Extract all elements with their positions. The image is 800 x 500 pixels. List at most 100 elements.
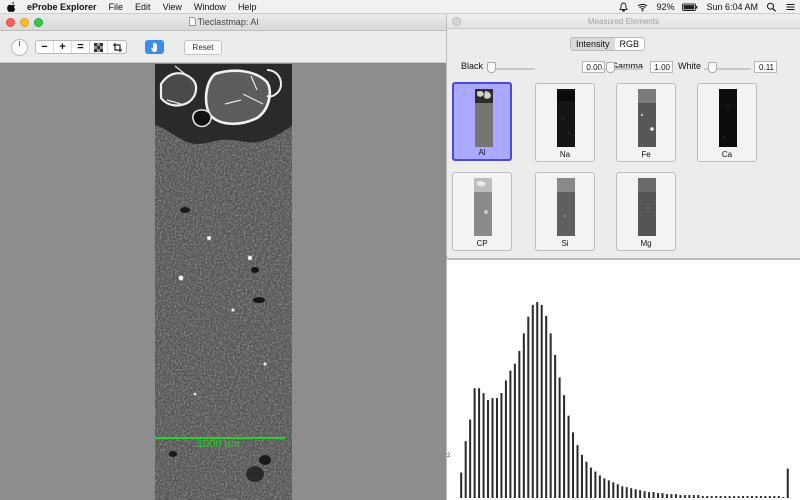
notification-center-icon[interactable] <box>785 2 796 12</box>
app-menu[interactable]: eProbe Explorer <box>27 2 97 12</box>
histogram-bar <box>630 488 633 498</box>
menu-window[interactable]: Window <box>194 2 226 12</box>
histogram-bar <box>545 315 548 498</box>
black-value-field[interactable]: 0.00 <box>582 61 605 73</box>
histogram-bar <box>554 354 557 498</box>
histogram-bar <box>621 486 624 498</box>
histogram-bar <box>697 495 700 498</box>
histogram-bar <box>572 432 575 498</box>
menu-view[interactable]: View <box>163 2 182 12</box>
histogram-bar <box>701 496 704 498</box>
element-tile-ca[interactable]: Ca <box>697 83 757 162</box>
zoom-button[interactable] <box>34 18 43 27</box>
rotation-knob[interactable] <box>11 39 28 56</box>
histogram-bar <box>491 398 494 498</box>
panel-title: Measured Elements <box>587 17 660 26</box>
mode-intensity[interactable]: Intensity <box>571 38 615 50</box>
panel-close-button[interactable] <box>452 17 461 26</box>
checker-background-button[interactable] <box>90 41 108 53</box>
histogram-bar <box>648 492 651 498</box>
histogram-bar <box>719 496 722 498</box>
pan-tool-button[interactable] <box>145 40 164 54</box>
white-slider-thumb[interactable] <box>708 62 718 73</box>
white-value-field[interactable]: 0.11 <box>754 61 777 73</box>
histogram-bar <box>674 494 677 498</box>
histogram-bar <box>607 480 610 498</box>
menu-help[interactable]: Help <box>238 2 257 12</box>
tile-label-ca: Ca <box>721 150 733 159</box>
level-sliders: Black 0.00 Gamma 1.00 White 0.11 <box>447 59 800 75</box>
notification-icon[interactable] <box>618 2 629 12</box>
black-label: Black <box>461 61 484 71</box>
histogram-bar <box>603 478 606 498</box>
elements-window-titlebar[interactable]: Measured Elements <box>447 14 800 29</box>
spotlight-search-icon[interactable] <box>766 2 777 12</box>
histogram-bar <box>737 496 740 498</box>
ca-map-thumbnail <box>719 89 737 147</box>
menu-clock[interactable]: Sun 6:04 AM <box>706 2 758 12</box>
document-icon <box>188 17 196 26</box>
scale-bar-label: 1000 µm <box>197 438 241 450</box>
histogram-bar <box>773 496 776 498</box>
histogram-bar <box>688 495 691 498</box>
na-map-thumbnail <box>557 89 575 147</box>
tile-label-al: Al <box>478 148 486 157</box>
histogram-bar <box>715 496 718 498</box>
map-window-titlebar[interactable]: Tieclastmap: Al <box>0 14 447 31</box>
element-tile-al[interactable]: Al <box>452 82 512 161</box>
histogram-bar <box>639 490 642 498</box>
gamma-slider-thumb[interactable] <box>606 62 615 73</box>
histogram-bar <box>589 467 592 498</box>
histogram-bar <box>768 496 771 498</box>
histogram-bar <box>643 491 646 498</box>
histogram-bar <box>576 445 579 498</box>
crop-button[interactable] <box>108 41 126 53</box>
histogram-bar <box>549 333 552 498</box>
tile-label-si: Si <box>561 239 569 248</box>
histogram-bar <box>478 388 481 498</box>
gamma-value-field[interactable]: 1.00 <box>650 61 673 73</box>
histogram-bar <box>724 496 727 498</box>
zoom-in-button[interactable]: + <box>54 41 72 53</box>
element-tile-si[interactable]: Si <box>535 172 595 251</box>
histogram-bar <box>487 400 490 498</box>
histogram-bar <box>495 398 498 498</box>
mode-rgb[interactable]: RGB <box>615 38 645 50</box>
histogram-bar <box>473 388 476 498</box>
element-tile-fe[interactable]: Fe <box>616 83 676 162</box>
tile-label-fe: Fe <box>641 150 651 159</box>
element-tile-cp[interactable]: CP <box>452 172 512 251</box>
white-label: White <box>678 61 702 71</box>
zoom-out-button[interactable]: − <box>36 41 54 53</box>
zoom-fit-button[interactable]: = <box>72 41 90 53</box>
histogram-bar <box>527 316 530 498</box>
histogram-bar <box>786 468 789 498</box>
sem-element-map-image[interactable] <box>155 64 292 500</box>
hand-icon <box>150 42 157 52</box>
black-slider-thumb[interactable] <box>487 62 496 73</box>
apple-menu-icon[interactable] <box>7 1 17 12</box>
histogram-bar <box>634 489 637 498</box>
window-controls <box>6 18 43 27</box>
intensity-histogram-chart[interactable] <box>447 260 800 500</box>
histogram-tick-label: 2 <box>447 453 451 459</box>
window-title: Tieclastmap: Al <box>197 17 259 27</box>
histogram-bar <box>706 496 709 498</box>
histogram-bar <box>598 475 601 498</box>
reset-button[interactable]: Reset <box>184 40 222 55</box>
menu-bar: eProbe Explorer File Edit View Window He… <box>0 0 800 14</box>
minimize-button[interactable] <box>20 18 29 27</box>
histogram-bar <box>500 393 503 498</box>
wifi-icon[interactable] <box>637 2 648 12</box>
map-toolbar: − + = Reset <box>0 31 447 63</box>
crop-icon <box>112 42 122 52</box>
histogram-bar <box>742 496 745 498</box>
close-button[interactable] <box>6 18 15 27</box>
battery-icon[interactable] <box>682 2 698 12</box>
display-mode-control: Intensity RGB <box>570 37 646 51</box>
element-tile-na[interactable]: Na <box>535 83 595 162</box>
menu-edit[interactable]: Edit <box>135 2 151 12</box>
element-tile-mg[interactable]: Mg <box>616 172 676 251</box>
histogram-bar <box>558 377 561 498</box>
menu-file[interactable]: File <box>109 2 124 12</box>
